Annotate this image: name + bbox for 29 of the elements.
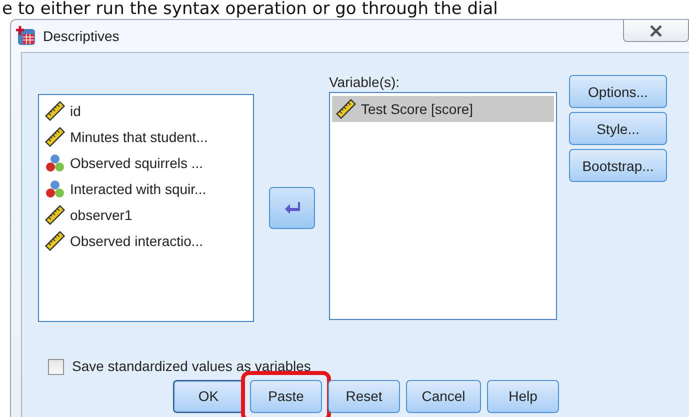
variables-label: Variable(s): <box>329 74 401 92</box>
arrow-icon <box>284 201 300 215</box>
dialog-button[interactable]: Help <box>487 380 559 412</box>
variable-item[interactable]: Minutes that student... <box>41 124 251 150</box>
option-button[interactable]: Bootstrap... <box>569 149 667 182</box>
three-balls-icon <box>45 153 65 173</box>
caption-text: e to either run the syntax operation or go through the dial <box>1 0 499 19</box>
checkbox-label: Save standardized values as variables <box>72 358 311 376</box>
three-balls-icon <box>45 179 65 199</box>
dialog-button[interactable]: OK <box>173 380 244 412</box>
close-icon <box>649 24 663 36</box>
variable-item[interactable]: Interacted with squir... <box>41 176 251 202</box>
dialog-button[interactable]: Paste <box>250 380 322 412</box>
variable-item[interactable]: observer1 <box>41 202 251 228</box>
option-button[interactable]: Style... <box>569 112 667 145</box>
variable-item[interactable]: Observed interactio... <box>41 228 251 254</box>
dialog-button[interactable]: Cancel <box>406 380 481 412</box>
dialog-button[interactable]: Reset <box>328 380 400 412</box>
option-button[interactable]: Options... <box>569 75 667 108</box>
variable-item[interactable]: id <box>41 98 251 124</box>
window-title: Descriptives <box>43 28 120 44</box>
variable-item[interactable]: Observed squirrels ... <box>41 150 251 176</box>
close-button[interactable] <box>623 20 689 42</box>
checkbox[interactable] <box>48 358 64 374</box>
source-variable-list[interactable]: id Minutes that student... Observed squirrels ... Interacted with squir... observer1 Observed interactio... <box>38 94 254 322</box>
target-variable-list[interactable]: Test Score [score] <box>329 92 557 320</box>
table-icon <box>15 25 37 47</box>
move-button[interactable] <box>268 187 314 229</box>
variable-item[interactable]: Test Score [score] <box>332 96 554 122</box>
